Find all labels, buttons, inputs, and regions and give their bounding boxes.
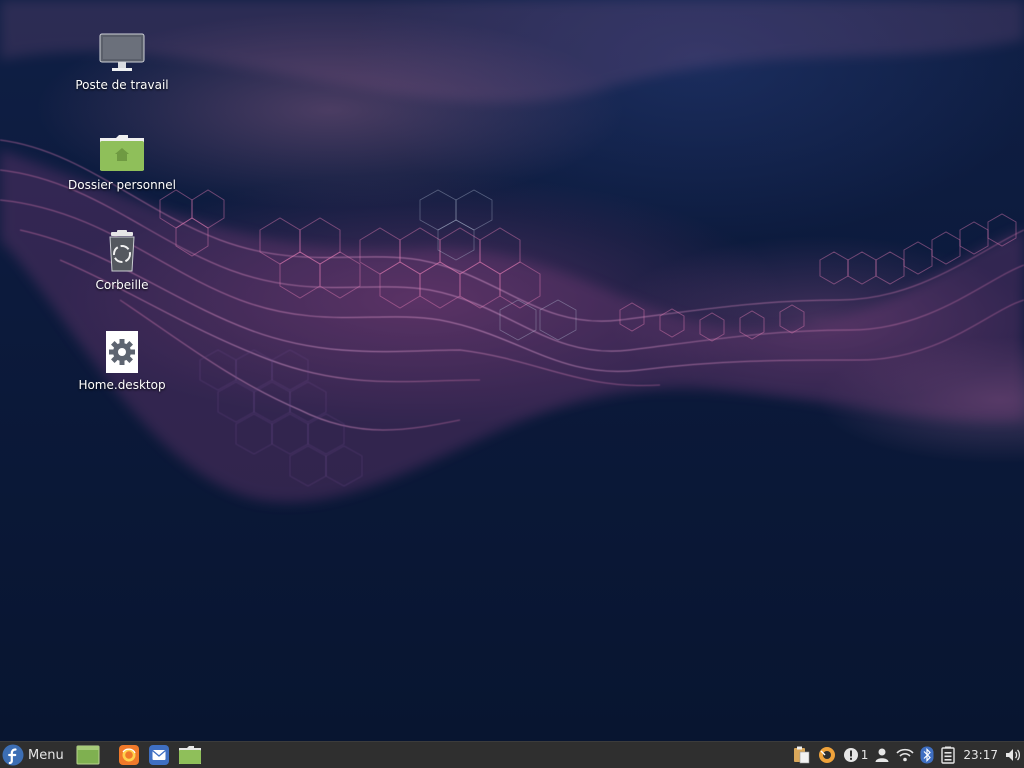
clock[interactable]: 23:17 (963, 748, 998, 762)
desktop-icon-computer[interactable]: Poste de travail (67, 28, 177, 92)
settings-gear-icon (98, 328, 146, 376)
trash-icon (98, 228, 146, 276)
desktop-icon-trash[interactable]: Corbeille (67, 228, 177, 292)
volume-icon (1005, 747, 1021, 763)
firefox-icon (118, 744, 140, 766)
system-tray: 1 23:17 (788, 742, 1024, 768)
update-manager-icon (817, 745, 837, 765)
desktop-icon-label: Poste de travail (75, 78, 169, 92)
notification-button[interactable]: 1 (843, 742, 869, 768)
mail-launcher[interactable] (148, 742, 170, 768)
desktop-icon-label: Home.desktop (78, 378, 166, 392)
file-manager-launcher[interactable] (178, 742, 202, 768)
clipboard-button[interactable] (791, 742, 811, 768)
desktop-icon-home-folder[interactable]: Dossier personnel (67, 128, 177, 192)
wifi-icon (896, 747, 915, 763)
show-desktop-button[interactable] (76, 742, 100, 768)
volume-button[interactable] (1005, 742, 1021, 768)
update-manager-button[interactable] (817, 742, 837, 768)
user-icon (874, 747, 890, 763)
mail-icon (148, 744, 170, 766)
desktop-icon-home-desktop[interactable]: Home.desktop (67, 328, 177, 392)
clipboard-icon (791, 745, 811, 765)
bluetooth-button[interactable] (920, 742, 934, 768)
desktop[interactable]: Poste de travail Dossier personnel Corbe… (0, 0, 1024, 741)
menu-button[interactable]: Menu (0, 742, 70, 768)
desktop-icon-label: Corbeille (95, 278, 149, 292)
show-desktop-icon (76, 745, 100, 765)
computer-icon (98, 28, 146, 76)
menu-label: Menu (28, 747, 64, 763)
firefox-launcher[interactable] (118, 742, 140, 768)
battery-icon (940, 746, 956, 764)
power-button[interactable] (940, 742, 956, 768)
fedora-logo-icon (2, 744, 24, 766)
notification-icon (843, 747, 859, 763)
file-manager-icon (178, 745, 202, 765)
home-folder-icon (98, 128, 146, 176)
notification-count: 1 (860, 748, 869, 762)
desktop-icon-label: Dossier personnel (67, 178, 176, 192)
bluetooth-icon (920, 746, 934, 764)
taskbar: Menu 1 23:17 (0, 741, 1024, 768)
network-button[interactable] (896, 742, 915, 768)
user-button[interactable] (874, 742, 890, 768)
